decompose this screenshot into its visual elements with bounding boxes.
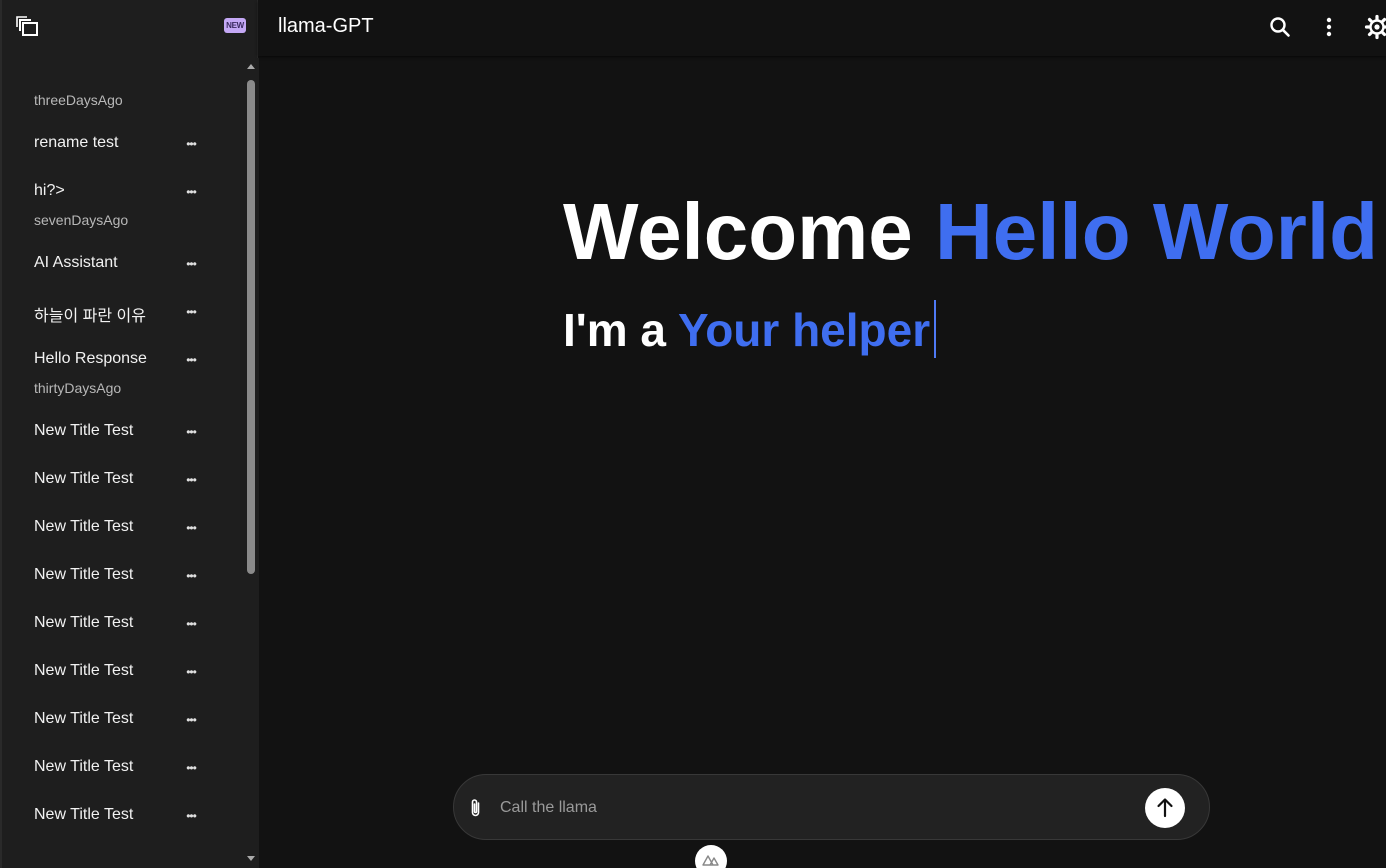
typing-caret xyxy=(934,300,937,358)
welcome-prefix: Welcome xyxy=(563,187,913,276)
chat-title: New Title Test xyxy=(34,806,134,823)
chat-title: New Title Test xyxy=(34,422,134,439)
more-horiz-icon[interactable]: ••• xyxy=(184,136,198,152)
more-horiz-icon[interactable]: ••• xyxy=(184,520,198,536)
sidebar-header: NEW xyxy=(2,0,258,56)
group-label: threeDaysAgo xyxy=(34,92,123,108)
chat-history-item[interactable]: New Title Test ••• xyxy=(18,460,218,500)
chat-title: New Title Test xyxy=(34,758,134,775)
more-vert-icon[interactable] xyxy=(1316,14,1342,40)
chat-title: New Title Test xyxy=(34,518,134,535)
sidebar: NEW threeDaysAgo rename test ••• hi?> ••• sev… xyxy=(0,0,259,868)
chat-title: AI Assistant xyxy=(34,254,118,271)
app-root: NEW threeDaysAgo rename test ••• hi?> ••• sev… xyxy=(0,0,1386,868)
more-horiz-icon[interactable]: ••• xyxy=(184,352,198,368)
scroll-down-arrow[interactable] xyxy=(247,856,255,861)
more-horiz-icon[interactable]: ••• xyxy=(184,568,198,584)
chat-history-item[interactable]: rename test ••• xyxy=(18,124,218,164)
chat-title: hi?> xyxy=(34,182,65,199)
chat-title: New Title Test xyxy=(34,470,134,487)
more-horiz-icon[interactable]: ••• xyxy=(184,304,198,320)
more-horiz-icon[interactable]: ••• xyxy=(184,712,198,728)
chat-title: New Title Test xyxy=(34,662,134,679)
search-icon[interactable] xyxy=(1267,14,1293,40)
more-horiz-icon[interactable]: ••• xyxy=(184,808,198,824)
chat-title: New Title Test xyxy=(34,566,134,583)
paperclip-icon[interactable] xyxy=(468,797,484,819)
app-title: llama-GPT xyxy=(278,15,374,37)
chat-history-item[interactable]: New Title Test ••• xyxy=(18,556,218,596)
scroll-up-arrow[interactable] xyxy=(247,64,255,69)
chat-history-list: threeDaysAgo rename test ••• hi?> ••• sevenDa… xyxy=(2,60,244,868)
chat-history-item[interactable]: New Title Test ••• xyxy=(18,604,218,644)
chat-title: New Title Test xyxy=(34,710,134,727)
chat-title: 하늘이 파란 이유 xyxy=(34,308,146,325)
top-bar: llama-GPT xyxy=(258,0,1386,56)
chat-history-item[interactable]: 하늘이 파란 이유 ••• xyxy=(18,292,218,332)
more-horiz-icon[interactable]: ••• xyxy=(184,472,198,488)
prompt-input[interactable] xyxy=(500,793,1140,823)
arrow-up-icon xyxy=(1157,798,1173,818)
more-horiz-icon[interactable]: ••• xyxy=(184,424,198,440)
nuxt-devtools-icon[interactable] xyxy=(695,845,727,868)
sidebar-scrollbar[interactable] xyxy=(244,58,259,868)
chat-title: rename test xyxy=(34,134,119,151)
chat-history-item[interactable]: New Title Test ••• xyxy=(18,796,218,836)
collapse-sidebar-icon[interactable] xyxy=(16,16,40,38)
chat-title: Hello Response xyxy=(34,350,147,367)
more-horiz-icon[interactable]: ••• xyxy=(184,256,198,272)
typing-subtitle: I'm a Your helper xyxy=(563,300,937,358)
scroll-thumb[interactable] xyxy=(247,80,255,574)
more-horiz-icon[interactable]: ••• xyxy=(184,760,198,776)
welcome-user-name: Hello World xyxy=(935,187,1378,276)
group-label: sevenDaysAgo xyxy=(34,212,129,228)
new-chat-badge[interactable]: NEW xyxy=(224,18,246,33)
chat-history-item[interactable]: New Title Test ••• xyxy=(18,412,218,452)
welcome-heading: Welcome Hello World xyxy=(563,186,1378,278)
settings-icon[interactable] xyxy=(1364,14,1386,40)
message-composer xyxy=(453,774,1210,840)
chat-history-item[interactable]: New Title Test ••• xyxy=(18,652,218,692)
chat-history-item[interactable]: AI Assistant ••• xyxy=(18,244,218,284)
chat-history-item[interactable]: New Title Test ••• xyxy=(18,748,218,788)
chat-history-item[interactable]: New Title Test ••• xyxy=(18,508,218,548)
subtitle-typed-text: Your helper xyxy=(677,304,931,356)
group-label: thirtyDaysAgo xyxy=(34,380,122,396)
chat-history-item[interactable]: New Title Test ••• xyxy=(18,700,218,740)
chat-title: New Title Test xyxy=(34,614,134,631)
more-horiz-icon[interactable]: ••• xyxy=(184,184,198,200)
more-horiz-icon[interactable]: ••• xyxy=(184,664,198,680)
chat-history-item[interactable]: hi?> ••• xyxy=(18,172,218,212)
more-horiz-icon[interactable]: ••• xyxy=(184,616,198,632)
subtitle-prefix: I'm a xyxy=(563,304,666,356)
chat-history-item[interactable]: Hello Response ••• xyxy=(18,340,218,380)
send-button[interactable] xyxy=(1145,788,1185,828)
